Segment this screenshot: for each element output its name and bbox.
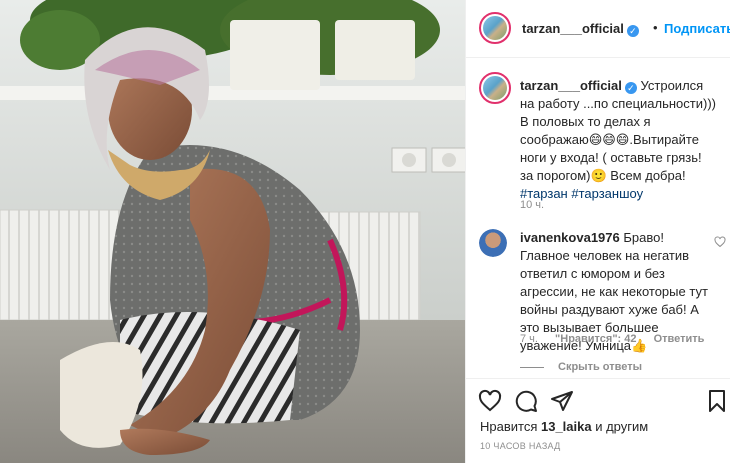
likes-summary[interactable]: Нравится 13_laika и другим — [480, 419, 648, 434]
post-photo[interactable] — [0, 0, 465, 463]
post-sidebar: tarzan___official✓ • Подписаться tarzan_… — [465, 0, 730, 463]
post-photo-illustration — [0, 0, 465, 463]
caption-avatar[interactable] — [479, 72, 511, 104]
likes-user[interactable]: 13_laika — [541, 419, 592, 434]
toggle-replies-label[interactable]: Скрыть ответы — [558, 361, 642, 373]
post-caption: tarzan___official ✓ Устроился на работу .… — [520, 77, 716, 203]
bookmark-icon[interactable] — [705, 389, 729, 413]
author-avatar[interactable] — [479, 12, 511, 44]
commenter-avatar[interactable] — [479, 229, 507, 257]
post-header: tarzan___official✓ • Подписаться — [466, 0, 730, 58]
commenter-username[interactable]: ivanenkova1976 — [520, 230, 620, 245]
post-time-ago[interactable]: 10 часов назад — [480, 441, 561, 451]
hashtag-tarzanshow[interactable]: #тарзаншоу — [571, 186, 643, 201]
verified-badge-icon: ✓ — [624, 82, 637, 94]
likes-suffix: и другим — [591, 419, 649, 434]
follow-button[interactable]: Подписаться — [664, 21, 730, 36]
heart-icon[interactable] — [478, 389, 502, 413]
comment-icon[interactable] — [514, 389, 538, 413]
author-username[interactable]: tarzan___official ✓ — [522, 21, 639, 37]
likes-prefix: Нравится — [480, 419, 541, 434]
caption-text: Устроился на работу ...по специальности)… — [520, 78, 716, 183]
comment-like-heart-icon[interactable] — [714, 236, 726, 248]
separator-dot: • — [653, 20, 658, 35]
caption-time[interactable]: 10 ч. — [520, 199, 544, 211]
caption-username-text[interactable]: tarzan___official — [520, 78, 622, 93]
verified-badge-icon: ✓ — [626, 25, 639, 37]
share-icon[interactable] — [550, 389, 574, 413]
replies-divider — [520, 366, 544, 368]
comment-meta: 7 ч. "Нравится": 42 Ответить — [520, 333, 718, 345]
comment-time[interactable]: 7 ч. — [520, 333, 538, 345]
reply-button[interactable]: Ответить — [654, 333, 705, 345]
caption-username[interactable]: tarzan___official ✓ — [520, 78, 637, 94]
author-username-text[interactable]: tarzan___official — [522, 21, 624, 36]
toggle-replies-button[interactable]: Скрыть ответы — [520, 361, 642, 373]
comment-likes-count[interactable]: "Нравится": 42 — [555, 333, 636, 345]
